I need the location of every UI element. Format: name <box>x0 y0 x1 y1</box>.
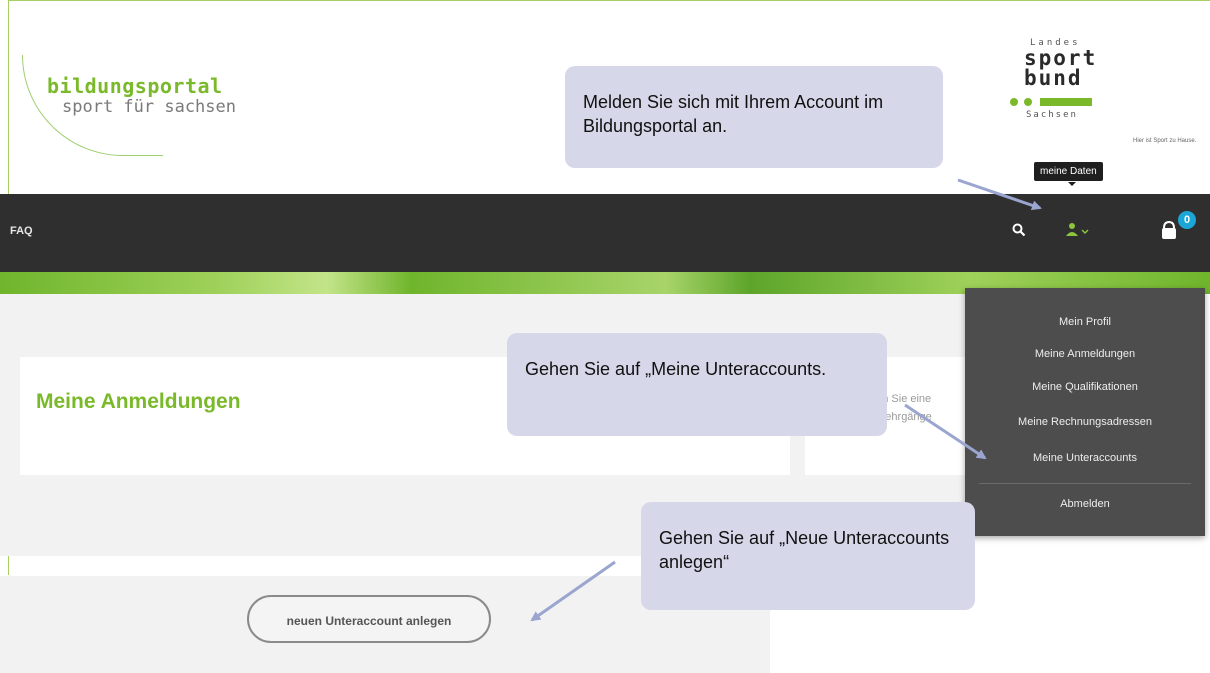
arrow-to-new-button <box>530 560 616 622</box>
arrow-to-unteraccounts <box>904 403 987 460</box>
instruction-arrows <box>530 178 1042 622</box>
arrow-to-user-menu <box>957 178 1042 211</box>
